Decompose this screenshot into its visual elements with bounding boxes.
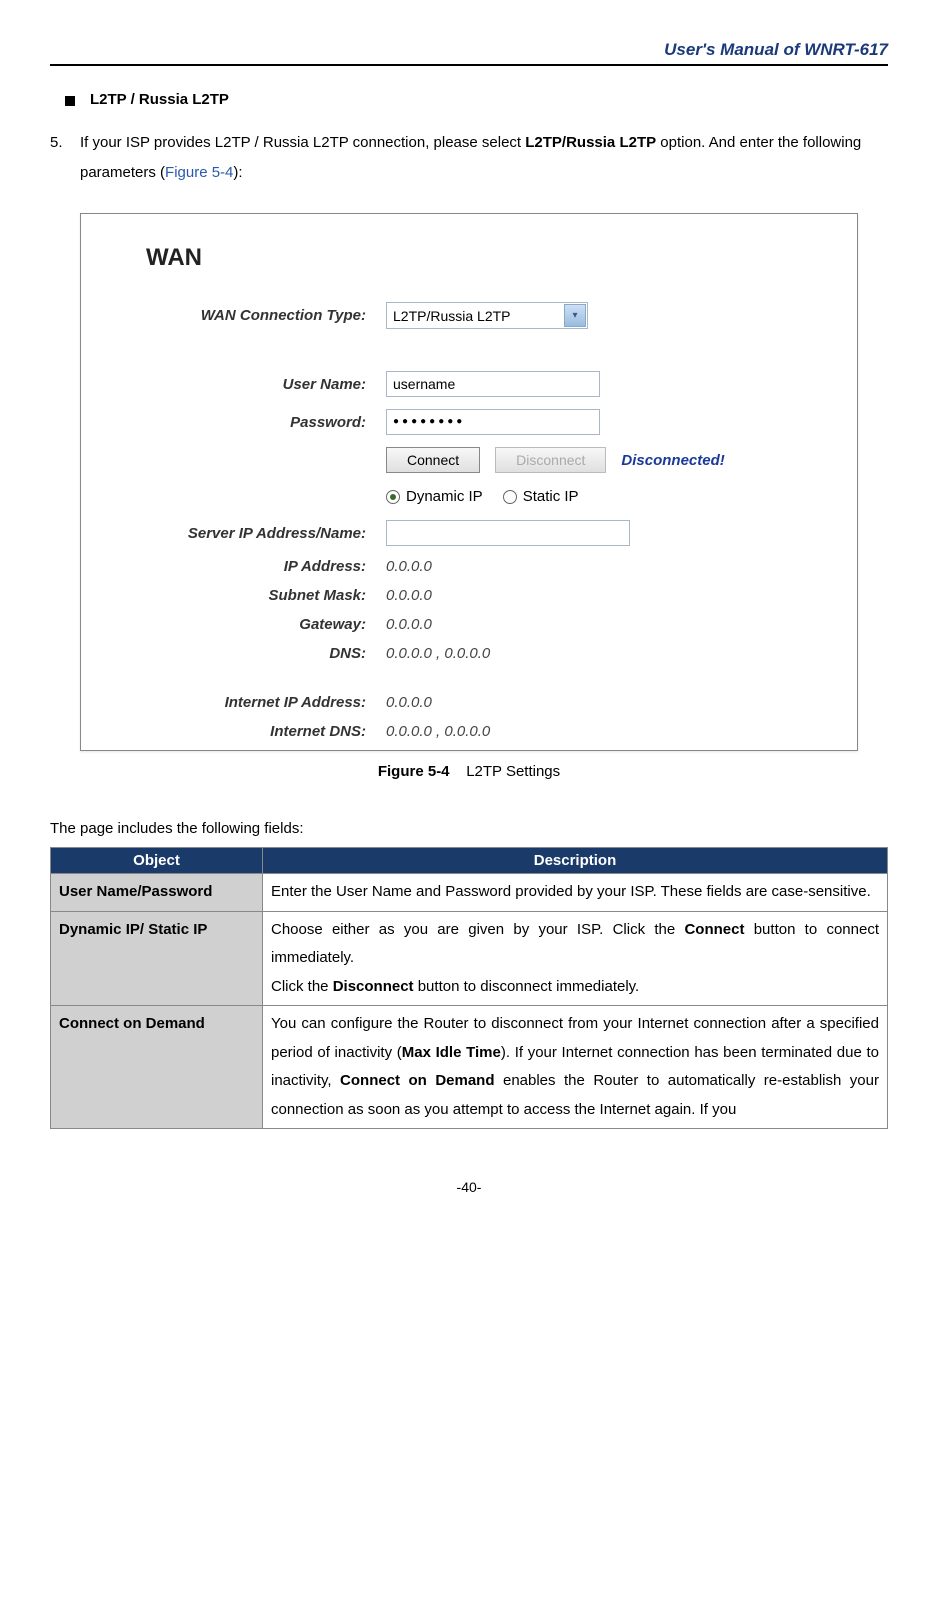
radio-label: Static IP [523, 488, 579, 505]
row-dns: DNS: 0.0.0.0 , 0.0.0.0 [116, 645, 822, 662]
text-fragment: Choose either as you are given by your I… [271, 921, 684, 938]
section-title: L2TP / Russia L2TP [90, 91, 229, 108]
text-fragment: ): [233, 164, 242, 181]
th-description: Description [263, 848, 888, 874]
row-username: User Name: [116, 371, 822, 397]
fields-table: Object Description User Name/Password En… [50, 847, 888, 1129]
dropdown-value: L2TP/Russia L2TP [387, 308, 563, 324]
label-username: User Name: [116, 376, 386, 393]
label-gateway: Gateway: [116, 616, 386, 633]
value-subnet: 0.0.0.0 [386, 587, 432, 604]
radio-dynamic-ip[interactable]: Dynamic IP [386, 488, 483, 505]
table-row: User Name/Password Enter the User Name a… [51, 874, 888, 912]
caption-number: Figure 5-4 [378, 763, 450, 780]
text-fragment: If your ISP provides L2TP / Russia L2TP … [80, 134, 525, 151]
cell-object: Connect on Demand [51, 1006, 263, 1129]
chevron-down-icon: ▾ [564, 304, 586, 327]
label-subnet: Subnet Mask: [116, 587, 386, 604]
row-ip: IP Address: 0.0.0.0 [116, 558, 822, 575]
page-number: -40- [50, 1179, 888, 1195]
label-ip: IP Address: [116, 558, 386, 575]
password-field[interactable]: ●●●●●●●● [386, 409, 600, 435]
value-internet-dns: 0.0.0.0 , 0.0.0.0 [386, 723, 490, 740]
cell-desc: Choose either as you are given by your I… [263, 911, 888, 1006]
text-fragment: button to disconnect immediately. [414, 978, 640, 995]
wan-conn-type-select[interactable]: L2TP/Russia L2TP ▾ [386, 302, 588, 329]
figure-caption: Figure 5-4 L2TP Settings [50, 763, 888, 780]
row-internet-dns: Internet DNS: 0.0.0.0 , 0.0.0.0 [116, 723, 822, 740]
text-fragment: Click the [271, 978, 333, 995]
label-internet-dns: Internet DNS: [116, 723, 386, 740]
text-bold: Disconnect [333, 978, 414, 995]
server-field[interactable] [386, 520, 630, 546]
value-ip: 0.0.0.0 [386, 558, 432, 575]
radio-label: Dynamic IP [406, 488, 483, 505]
row-password: Password: ●●●●●●●● [116, 409, 822, 435]
radio-icon [503, 490, 517, 504]
table-row: Connect on Demand You can configure the … [51, 1006, 888, 1129]
connect-button[interactable]: Connect [386, 447, 480, 473]
row-buttons: Connect Disconnect Disconnected! [116, 447, 822, 473]
label-password: Password: [116, 414, 386, 431]
cell-object: User Name/Password [51, 874, 263, 912]
step-text: If your ISP provides L2TP / Russia L2TP … [80, 128, 888, 188]
includes-text: The page includes the following fields: [50, 820, 888, 837]
section-heading: L2TP / Russia L2TP [50, 91, 888, 108]
bullet-icon [65, 96, 75, 106]
value-internet-ip: 0.0.0.0 [386, 694, 432, 711]
label-conn-type: WAN Connection Type: [116, 307, 386, 324]
label-internet-ip: Internet IP Address: [116, 694, 386, 711]
value-dns: 0.0.0.0 , 0.0.0.0 [386, 645, 490, 662]
label-dns: DNS: [116, 645, 386, 662]
disconnect-button[interactable]: Disconnect [495, 447, 606, 473]
status-badge: Disconnected! [621, 452, 724, 469]
th-object: Object [51, 848, 263, 874]
cell-object: Dynamic IP/ Static IP [51, 911, 263, 1006]
ip-mode-group: Dynamic IP Static IP [386, 488, 822, 505]
row-server: Server IP Address/Name: [116, 520, 822, 546]
value-gateway: 0.0.0.0 [386, 616, 432, 633]
cell-desc: Enter the User Name and Password provide… [263, 874, 888, 912]
username-field[interactable] [386, 371, 600, 397]
cell-desc: You can configure the Router to disconne… [263, 1006, 888, 1129]
wan-heading: WAN [146, 244, 822, 272]
page-header: User's Manual of WNRT-617 [50, 40, 888, 66]
table-row: Dynamic IP/ Static IP Choose either as y… [51, 911, 888, 1006]
text-bold: Max Idle Time [402, 1044, 501, 1061]
row-conn-type: WAN Connection Type: L2TP/Russia L2TP ▾ [116, 302, 822, 329]
caption-text: L2TP Settings [466, 763, 560, 780]
row-gateway: Gateway: 0.0.0.0 [116, 616, 822, 633]
radio-icon [386, 490, 400, 504]
figure-screenshot: WAN WAN Connection Type: L2TP/Russia L2T… [80, 213, 858, 751]
row-internet-ip: Internet IP Address: 0.0.0.0 [116, 694, 822, 711]
radio-static-ip[interactable]: Static IP [503, 488, 579, 505]
text-bold: Connect on Demand [340, 1072, 494, 1089]
step-item: 5. If your ISP provides L2TP / Russia L2… [50, 128, 888, 188]
figure-link[interactable]: Figure 5-4 [165, 164, 233, 181]
row-subnet: Subnet Mask: 0.0.0.0 [116, 587, 822, 604]
text-bold: L2TP/Russia L2TP [525, 134, 656, 151]
text-bold: Connect [684, 921, 744, 938]
label-server: Server IP Address/Name: [116, 525, 386, 542]
step-number: 5. [50, 128, 80, 188]
